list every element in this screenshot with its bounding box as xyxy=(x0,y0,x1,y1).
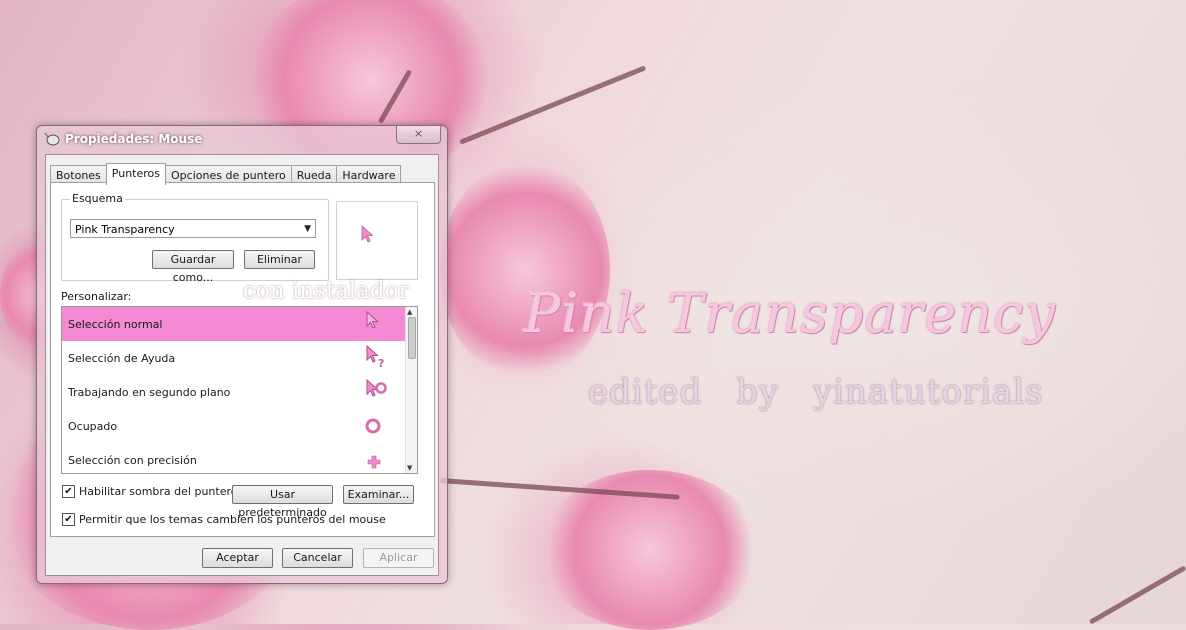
delete-scheme-button[interactable]: Eliminar xyxy=(244,250,315,269)
save-as-button[interactable]: Guardar como... xyxy=(152,250,234,284)
mouse-properties-window: Propiedades: Mouse × Botones Punteros Op… xyxy=(36,125,448,584)
scroll-thumb[interactable] xyxy=(408,317,416,359)
shadow-checkbox-row[interactable]: ✔ Habilitar sombra del puntero xyxy=(62,485,237,498)
background-busy-cursor-icon xyxy=(366,378,387,397)
themes-checkbox-row[interactable]: ✔ Permitir que los temas cambien los pun… xyxy=(62,513,386,526)
themes-checkbox-label: Permitir que los temas cambien los punte… xyxy=(79,513,386,526)
list-item[interactable]: Ocupado xyxy=(62,409,405,443)
arrow-cursor-preview-icon xyxy=(361,225,374,243)
list-item[interactable]: Selección de Ayuda ? xyxy=(62,341,405,375)
dropdown-arrow-icon: ▼ xyxy=(304,224,311,234)
list-item-label: Selección con precisión xyxy=(68,454,197,467)
pointers-tab-panel: Esquema Pink Transparency ▼ Guardar como… xyxy=(50,182,435,537)
cursor-list[interactable]: Selección normal Selección de Ayuda ? Tr… xyxy=(61,306,418,474)
apply-button[interactable]: Aplicar xyxy=(363,548,434,568)
dialog-client-area: Botones Punteros Opciones de puntero Rue… xyxy=(45,154,439,576)
wallpaper-title: Pink Transparency xyxy=(524,282,1056,345)
list-item[interactable]: Trabajando en segundo plano xyxy=(62,375,405,409)
scroll-up-icon[interactable]: ▲ xyxy=(407,308,412,316)
mouse-icon xyxy=(44,132,60,146)
list-item-label: Ocupado xyxy=(68,420,118,433)
wallpaper-subtitle: edited by yinatutorials xyxy=(588,372,1044,412)
wallpaper-branch xyxy=(1088,565,1186,625)
scheme-dropdown[interactable]: Pink Transparency ▼ xyxy=(70,219,316,238)
list-item[interactable]: Selección con precisión xyxy=(62,443,405,473)
use-default-button[interactable]: Usar predeterminado xyxy=(232,485,333,519)
svg-text:?: ? xyxy=(378,357,384,368)
list-scrollbar[interactable]: ▲ ▼ xyxy=(405,307,417,473)
busy-ring-cursor-icon xyxy=(365,418,381,434)
scheme-dropdown-value: Pink Transparency xyxy=(75,223,175,236)
cancel-button[interactable]: Cancelar xyxy=(282,548,353,568)
shadow-checkbox[interactable]: ✔ xyxy=(62,485,75,498)
scheme-group-label: Esquema xyxy=(70,192,125,205)
arrow-cursor-icon xyxy=(366,310,379,329)
customize-label: Personalizar: xyxy=(61,290,132,303)
help-cursor-icon: ? xyxy=(366,344,384,368)
precision-cross-cursor-icon xyxy=(367,455,381,469)
tab-strip: Botones Punteros Opciones de puntero Rue… xyxy=(50,163,402,185)
shadow-checkbox-label: Habilitar sombra del puntero xyxy=(79,485,238,498)
wallpaper-blossom xyxy=(440,160,610,380)
list-item-label: Selección de Ayuda xyxy=(68,352,176,365)
scheme-group: Esquema Pink Transparency ▼ Guardar como… xyxy=(61,192,329,284)
tab-punteros[interactable]: Punteros xyxy=(105,163,167,185)
cursor-preview xyxy=(336,201,418,280)
close-button[interactable]: × xyxy=(396,126,441,144)
browse-button[interactable]: Examinar... xyxy=(343,485,414,504)
title-bar[interactable]: Propiedades: Mouse × xyxy=(37,126,447,153)
list-item-label: Trabajando en segundo plano xyxy=(68,386,231,399)
installer-note: con instalador xyxy=(243,278,410,304)
list-item-label: Selección normal xyxy=(68,318,163,331)
window-title: Propiedades: Mouse xyxy=(65,132,203,146)
ok-button[interactable]: Aceptar xyxy=(202,548,273,568)
scroll-down-icon[interactable]: ▼ xyxy=(407,464,412,472)
themes-checkbox[interactable]: ✔ xyxy=(62,513,75,526)
list-item[interactable]: Selección normal xyxy=(62,307,405,341)
